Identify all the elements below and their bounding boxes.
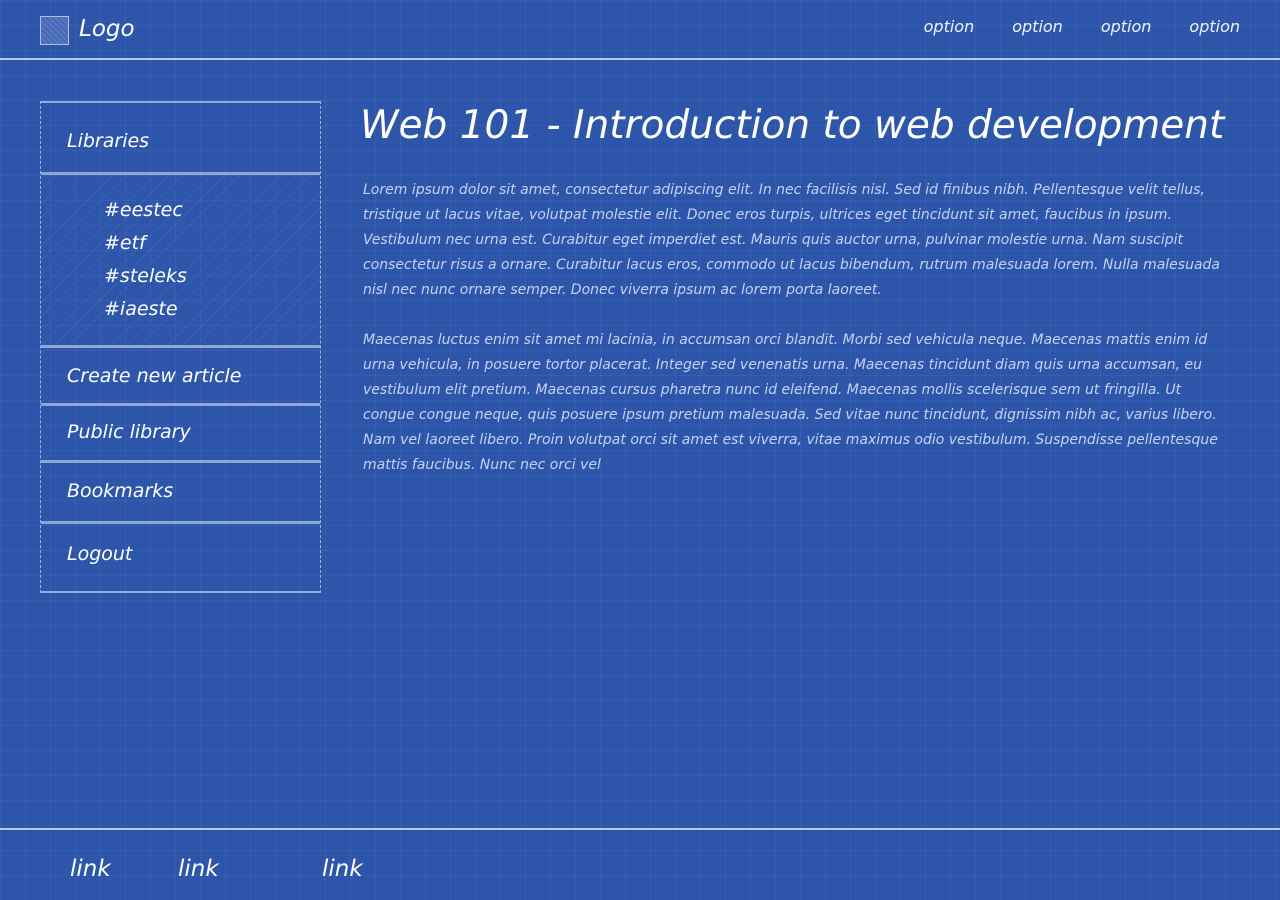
library-item-eestec[interactable]: #eestec	[104, 198, 183, 222]
library-item-steleks[interactable]: #steleks	[104, 264, 187, 288]
sidebar-item-libraries[interactable]: Libraries	[41, 103, 320, 173]
sidebar-item-public-library[interactable]: Public library	[41, 406, 320, 461]
sidebar-item-label: Logout	[67, 543, 133, 565]
library-item-iaeste[interactable]: #iaeste	[104, 297, 178, 321]
libraries-panel: #eestec #etf #steleks #iaeste	[41, 175, 320, 347]
logo-icon[interactable]	[40, 16, 69, 45]
library-item-etf[interactable]: #etf	[104, 231, 146, 255]
nav-option-4[interactable]: option	[1189, 17, 1240, 37]
header: Logo option option option option	[0, 0, 1280, 60]
footer-link-1[interactable]: link	[70, 854, 111, 884]
sidebar-item-label: Create new article	[67, 365, 242, 387]
nav-option-2[interactable]: option	[1012, 17, 1063, 37]
paragraph-1: Lorem ipsum dolor sit amet, consectetur …	[363, 182, 1220, 298]
sidebar-item-create-new-article[interactable]: Create new article	[41, 348, 320, 404]
sidebar-item-logout[interactable]: Logout	[41, 524, 320, 589]
footer-link-3[interactable]: link	[322, 854, 363, 884]
top-nav: option option option option	[886, 17, 1240, 37]
paragraph-2: Maecenas luctus enim sit amet mi lacinia…	[363, 332, 1218, 473]
logo-text[interactable]: Logo	[79, 14, 135, 44]
sidebar: Libraries #eestec #etf #steleks #iaeste …	[40, 101, 321, 593]
nav-option-1[interactable]: option	[924, 17, 975, 37]
sidebar-item-bookmarks[interactable]: Bookmarks	[41, 463, 320, 521]
sidebar-item-label: Bookmarks	[67, 480, 174, 502]
nav-option-3[interactable]: option	[1101, 17, 1152, 37]
footer: link link link	[0, 828, 1280, 900]
footer-link-2[interactable]: link	[178, 854, 219, 884]
sidebar-item-label: Libraries	[67, 130, 150, 152]
sidebar-item-label: Public library	[67, 421, 191, 443]
page-title: Web 101 - Introduction to web developmen…	[360, 103, 1225, 148]
